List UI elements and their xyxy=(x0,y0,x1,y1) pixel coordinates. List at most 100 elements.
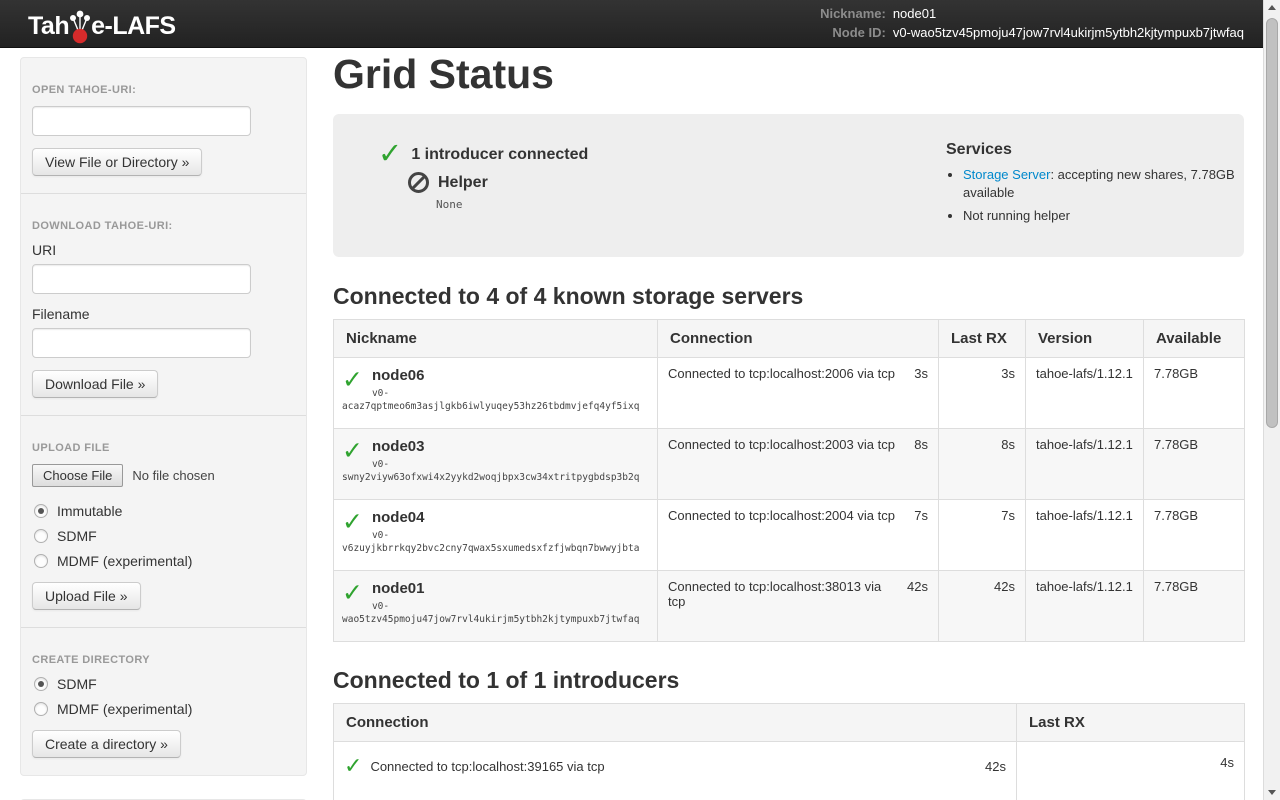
server-version: tahoe-lafs/1.12.1 xyxy=(1026,571,1144,642)
connection-age: 3s xyxy=(914,366,928,381)
up-arrow-icon xyxy=(1268,5,1276,10)
upload-file-button[interactable]: Upload File » xyxy=(32,582,141,610)
nickname-value: node01 xyxy=(893,6,1244,21)
storage-servers-table: Nickname Connection Last RX Version Avai… xyxy=(333,319,1245,642)
server-peerid: v0-wao5tzv45pmoju47jow7rvl4ukirjm5ytbh2k… xyxy=(342,600,649,626)
create-directory-section: CREATE DIRECTORY SDMF MDMF (experimental… xyxy=(21,628,306,775)
server-nickname: node03 xyxy=(342,437,649,457)
upload-immutable-radio[interactable] xyxy=(34,504,48,518)
server-peerid: v0-swny2viyw63ofxwi4x2yykd2woqjbpx3cw34x… xyxy=(342,458,649,484)
server-last-rx: 7s xyxy=(939,500,1026,571)
sidebar: OPEN TAHOE-URI: View File or Directory »… xyxy=(20,57,307,800)
service-helper-item: Not running helper xyxy=(963,207,1244,225)
page: Tah e-LAFS Nickname: node01 Node ID: v0-… xyxy=(0,0,1280,800)
choose-file-button[interactable]: Choose File xyxy=(32,464,123,487)
uri-field-label: URI xyxy=(32,242,295,258)
content-area: OPEN TAHOE-URI: View File or Directory »… xyxy=(0,48,1280,800)
server-connection: Connected to tcp:localhost:2006 via tcp xyxy=(668,366,895,381)
download-file-button[interactable]: Download File » xyxy=(32,370,158,398)
introducer-check-icon: ✓ xyxy=(378,140,402,169)
down-arrow-icon xyxy=(1268,790,1276,795)
sidebar-forms-panel: OPEN TAHOE-URI: View File or Directory »… xyxy=(20,57,307,776)
server-last-rx: 3s xyxy=(939,358,1026,429)
connection-age: 42s xyxy=(907,579,928,594)
server-version: tahoe-lafs/1.12.1 xyxy=(1026,429,1144,500)
server-available: 7.78GB xyxy=(1144,358,1245,429)
server-peerid: v0-acaz7qptmeo6m3asjlgkb6iwlyuqey53hz26t… xyxy=(342,387,649,413)
connection-age: 42s xyxy=(985,759,1006,774)
upload-mdmf-radio[interactable] xyxy=(34,554,48,568)
introducers-heading: Connected to 1 of 1 introducers xyxy=(333,667,1244,694)
node-id-label: Node ID: xyxy=(820,25,886,40)
upload-sdmf-radio[interactable] xyxy=(34,529,48,543)
server-version: tahoe-lafs/1.12.1 xyxy=(1026,500,1144,571)
filename-field-label: Filename xyxy=(32,306,295,322)
scrollbar-thumb[interactable] xyxy=(1266,18,1278,428)
app-header: Tah e-LAFS Nickname: node01 Node ID: v0-… xyxy=(0,0,1280,48)
nickname-label: Nickname: xyxy=(820,6,886,21)
col-nickname: Nickname xyxy=(334,320,658,358)
download-uri-section: DOWNLOAD TAHOE-URI: URI Filename Downloa… xyxy=(21,194,306,416)
page-title: Grid Status xyxy=(333,52,1244,97)
upload-file-section: UPLOAD FILE Choose File No file chosen I… xyxy=(21,416,306,628)
connected-check-icon: ✓ xyxy=(342,437,363,467)
vertical-scrollbar[interactable] xyxy=(1263,0,1280,800)
node-info: Nickname: node01 Node ID: v0-wao5tzv45pm… xyxy=(820,6,1244,40)
server-nickname: node04 xyxy=(342,508,649,528)
col-connection: Connection xyxy=(334,704,1017,742)
no-file-chosen-text: No file chosen xyxy=(132,468,214,483)
col-last-rx: Last RX xyxy=(939,320,1026,358)
server-row-node04: ✓ node04 v0-v6zuyjkbrrkqy2bvc2cny7qwax5s… xyxy=(334,500,1245,571)
server-nickname: node06 xyxy=(342,366,649,386)
server-available: 7.78GB xyxy=(1144,500,1245,571)
upload-file-label: UPLOAD FILE xyxy=(32,442,295,454)
server-version: tahoe-lafs/1.12.1 xyxy=(1026,358,1144,429)
introducers-table: Connection Last RX ✓ Connected to tcp:lo… xyxy=(333,703,1245,800)
introducer-last-rx: 4s xyxy=(1017,742,1245,800)
download-uri-input[interactable] xyxy=(32,264,251,294)
node-id-value: v0-wao5tzv45pmoju47jow7rvl4ukirjm5ytbh2k… xyxy=(893,25,1244,40)
server-peerid: v0-v6zuyjkbrrkqy2bvc2cny7qwax5sxumedsxfz… xyxy=(342,529,649,555)
mkdir-mdmf-radio[interactable] xyxy=(34,702,48,716)
connected-check-icon: ✓ xyxy=(342,508,363,538)
mkdir-mdmf-label: MDMF (experimental) xyxy=(57,701,192,717)
create-directory-label: CREATE DIRECTORY xyxy=(32,654,295,666)
storage-server-link[interactable]: Storage Server xyxy=(963,167,1050,182)
server-connection: Connected to tcp:localhost:38013 via tcp xyxy=(668,579,899,609)
services-title: Services xyxy=(946,141,1244,159)
mkdir-sdmf-radio[interactable] xyxy=(34,677,48,691)
open-uri-input[interactable] xyxy=(32,106,251,136)
server-connection: Connected to tcp:localhost:2003 via tcp xyxy=(668,437,895,452)
server-last-rx: 42s xyxy=(939,571,1026,642)
scroll-down-button[interactable] xyxy=(1264,784,1280,800)
mkdir-sdmf-label: SDMF xyxy=(57,676,97,692)
upload-mdmf-label: MDMF (experimental) xyxy=(57,553,192,569)
filename-input[interactable] xyxy=(32,328,251,358)
server-available: 7.78GB xyxy=(1144,571,1245,642)
upload-sdmf-label: SDMF xyxy=(57,528,97,544)
scroll-up-button[interactable] xyxy=(1264,0,1280,16)
view-file-button[interactable]: View File or Directory » xyxy=(32,148,202,176)
grid-status-summary-box: ✓ 1 introducer connected Helper None Ser… xyxy=(333,114,1244,257)
logo-text-suffix: e-LAFS xyxy=(91,12,176,41)
helper-value: None xyxy=(436,198,946,211)
server-row-node06: ✓ node06 v0-acaz7qptmeo6m3asjlgkb6iwlyuq… xyxy=(334,358,1245,429)
connected-check-icon: ✓ xyxy=(342,366,363,396)
tahoe-balloons-icon xyxy=(68,8,92,46)
logo-text-prefix: Tah xyxy=(28,12,69,41)
server-nickname: node01 xyxy=(342,579,649,599)
connected-check-icon: ✓ xyxy=(344,755,362,777)
upload-immutable-label: Immutable xyxy=(57,503,122,519)
tahoe-lafs-logo[interactable]: Tah e-LAFS xyxy=(28,7,176,45)
connected-check-icon: ✓ xyxy=(342,579,363,609)
servers-heading: Connected to 4 of 4 known storage server… xyxy=(333,283,1244,310)
no-helper-icon xyxy=(408,172,429,193)
col-last-rx: Last RX xyxy=(1017,704,1245,742)
open-uri-section: OPEN TAHOE-URI: View File or Directory » xyxy=(21,58,306,194)
introducer-connection: Connected to tcp:localhost:39165 via tcp xyxy=(370,759,604,774)
helper-label: Helper xyxy=(438,174,488,192)
introducer-row: ✓ Connected to tcp:localhost:39165 via t… xyxy=(334,742,1245,800)
introducer-summary-text: 1 introducer connected xyxy=(411,146,588,164)
create-directory-button[interactable]: Create a directory » xyxy=(32,730,181,758)
main-content: Grid Status ✓ 1 introducer connected Hel… xyxy=(333,48,1244,800)
